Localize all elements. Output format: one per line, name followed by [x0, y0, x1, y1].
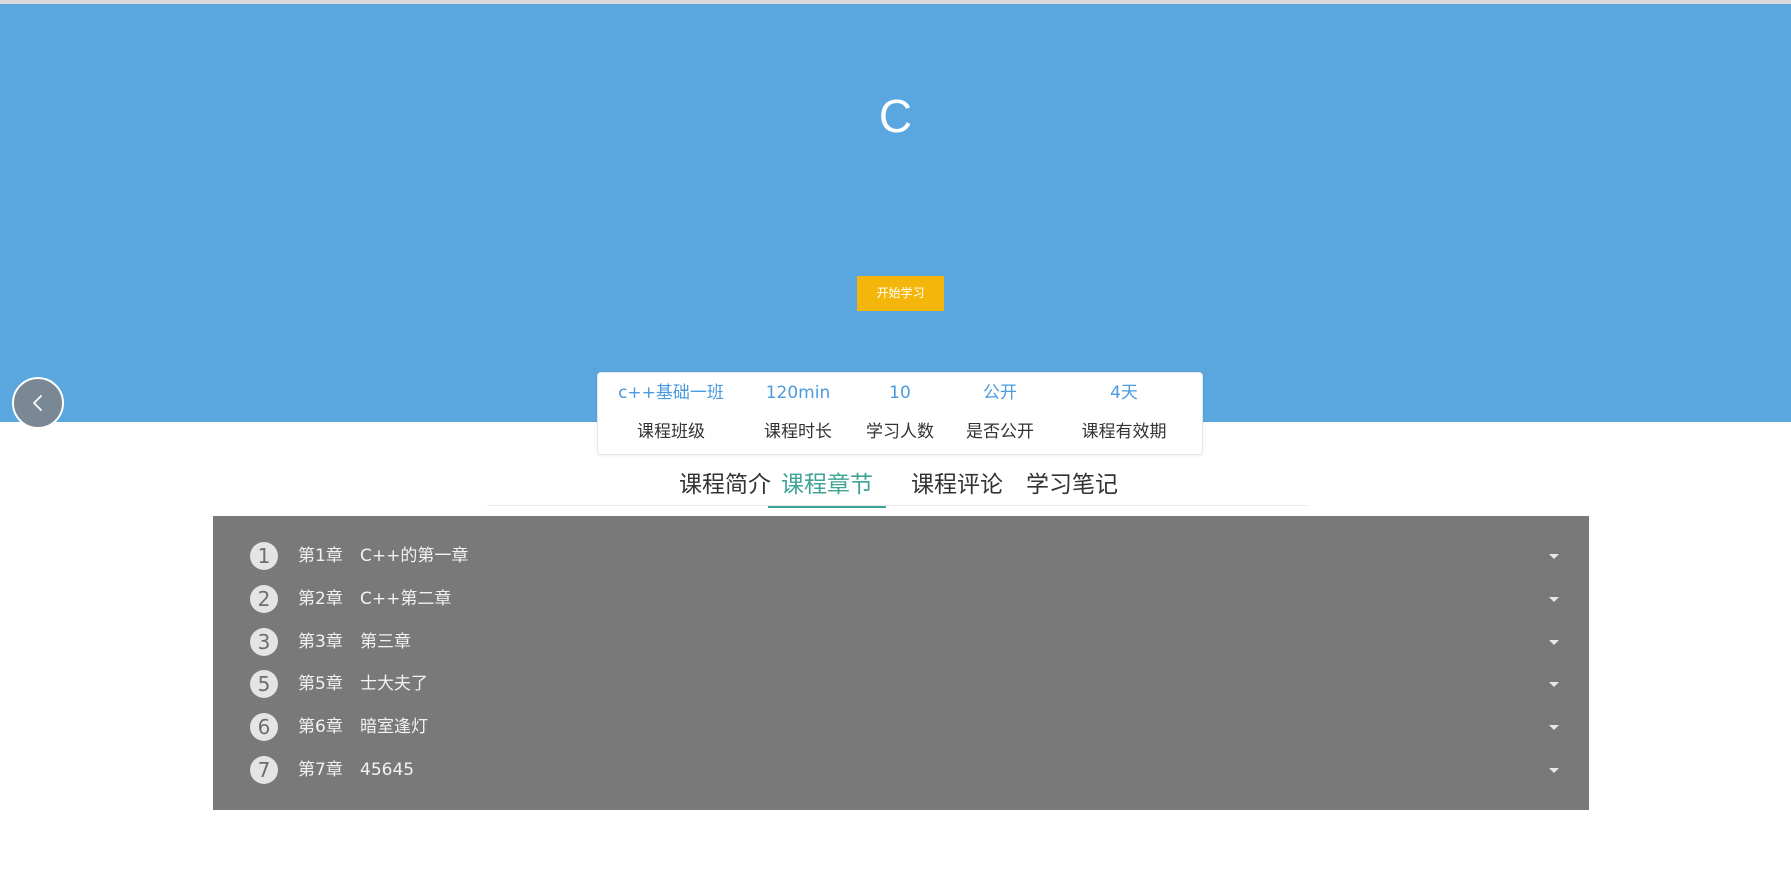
info-duration: 120min 课程时长 — [758, 373, 838, 444]
info-public-value: 公开 — [983, 383, 1017, 403]
course-info-card: c++基础一班 课程班级 120min 课程时长 10 学习人数 公开 是否公开… — [597, 372, 1203, 455]
caret-down-icon[interactable] — [1549, 640, 1559, 645]
chapter-name: 暗室逢灯 — [360, 717, 428, 737]
chevron-left-icon — [33, 395, 42, 411]
chapter-number-badge: 6 — [250, 713, 278, 741]
chapter-row[interactable]: 1 第1章 C++的第一章 — [213, 535, 1589, 577]
chapter-row[interactable]: 3 第3章 第三章 — [213, 621, 1589, 663]
info-class-value: c++基础一班 — [618, 383, 724, 403]
chapter-name: C++的第一章 — [360, 546, 469, 566]
info-learners: 10 学习人数 — [860, 373, 940, 444]
info-class-label: 课程班级 — [637, 422, 705, 442]
info-validity: 4天 课程有效期 — [1074, 373, 1174, 444]
chapter-row[interactable]: 6 第6章 暗室逢灯 — [213, 706, 1589, 748]
chapter-name: 士大夫了 — [360, 674, 428, 694]
info-learners-label: 学习人数 — [866, 422, 934, 442]
chapter-list: 1 第1章 C++的第一章 2 第2章 C++第二章 3 第3章 第三章 5 第… — [213, 516, 1589, 810]
chapter-index: 第2章 — [298, 589, 343, 609]
tab-chapters[interactable]: 课程章节 — [768, 460, 886, 508]
caret-down-icon[interactable] — [1549, 597, 1559, 602]
info-validity-label: 课程有效期 — [1081, 422, 1167, 442]
chapter-row[interactable]: 7 第7章 45645 — [213, 749, 1589, 791]
info-class: c++基础一班 课程班级 — [616, 373, 726, 444]
info-public: 公开 是否公开 — [960, 373, 1040, 444]
chapter-index: 第7章 — [298, 760, 343, 780]
info-validity-value: 4天 — [1110, 383, 1138, 403]
chapter-index: 第5章 — [298, 674, 343, 694]
chapter-number-badge: 5 — [250, 670, 278, 698]
caret-down-icon[interactable] — [1549, 554, 1559, 559]
chapter-number-badge: 3 — [250, 628, 278, 656]
tab-introduction[interactable]: 课程简介 — [679, 460, 771, 506]
chapter-row[interactable]: 5 第5章 士大夫了 — [213, 663, 1589, 705]
chapter-name: C++第二章 — [360, 589, 452, 609]
course-title: C — [878, 90, 913, 142]
info-duration-label: 课程时长 — [764, 422, 832, 442]
caret-down-icon[interactable] — [1549, 682, 1559, 687]
course-tabs: 课程简介 课程章节 课程评论 学习笔记 — [487, 460, 1307, 508]
info-duration-value: 120min — [765, 383, 831, 403]
chapter-name: 45645 — [360, 760, 415, 780]
start-learning-button[interactable]: 开始学习 — [857, 276, 944, 311]
course-banner: C 开始学习 — [0, 4, 1791, 422]
chapter-index: 第3章 — [298, 632, 343, 652]
chapter-index: 第6章 — [298, 717, 343, 737]
chapter-name: 第三章 — [360, 632, 411, 652]
back-button[interactable] — [12, 377, 64, 429]
caret-down-icon[interactable] — [1549, 768, 1559, 773]
info-learners-value: 10 — [889, 383, 911, 403]
chapter-index: 第1章 — [298, 546, 343, 566]
chapter-number-badge: 1 — [250, 542, 278, 570]
caret-down-icon[interactable] — [1549, 725, 1559, 730]
chapter-row[interactable]: 2 第2章 C++第二章 — [213, 578, 1589, 620]
info-public-label: 是否公开 — [966, 422, 1034, 442]
chapter-number-badge: 2 — [250, 585, 278, 613]
chapter-number-badge: 7 — [250, 756, 278, 784]
tab-notes[interactable]: 学习笔记 — [1026, 460, 1118, 506]
tab-comments[interactable]: 课程评论 — [911, 460, 1003, 506]
